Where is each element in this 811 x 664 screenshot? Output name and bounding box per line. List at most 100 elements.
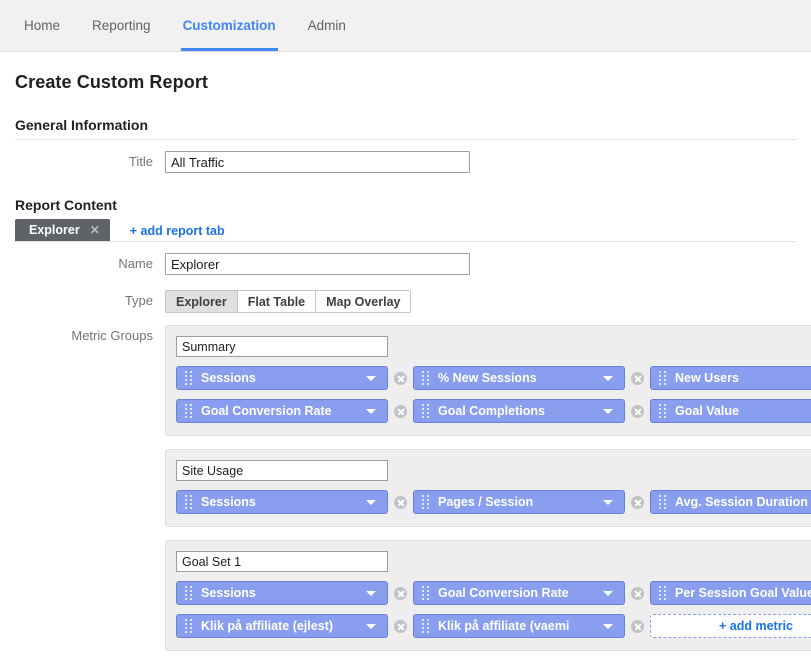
metric-group: Sessions Goal Conversion Rate Per Session … xyxy=(165,540,811,651)
remove-metric-icon[interactable] xyxy=(631,371,644,385)
metric-cell: + add metric xyxy=(625,614,811,638)
nav-item-home[interactable]: Home xyxy=(8,0,76,51)
chevron-down-icon[interactable] xyxy=(366,375,376,381)
metric-pill[interactable]: Goal Value xyxy=(650,399,811,423)
drag-handle-icon[interactable] xyxy=(419,371,433,385)
chevron-down-icon[interactable] xyxy=(366,408,376,414)
metric-pill-label: Goal Conversion Rate xyxy=(201,404,332,418)
metric-pill-label: Goal Value xyxy=(675,404,739,418)
metric-pill-label: % New Sessions xyxy=(438,371,537,385)
chevron-down-icon[interactable] xyxy=(366,499,376,505)
chevron-down-icon[interactable] xyxy=(603,499,613,505)
add-report-tab-link[interactable]: + add report tab xyxy=(130,224,225,241)
title-label: Title xyxy=(128,154,153,169)
remove-metric-icon[interactable] xyxy=(631,404,644,418)
metric-pill-label: Klik på affiliate (vaemi xyxy=(438,619,570,633)
drag-handle-icon[interactable] xyxy=(419,619,433,633)
metric-cell: Per Session Goal Value xyxy=(625,581,811,605)
nav-item-admin[interactable]: Admin xyxy=(292,0,362,51)
drag-handle-icon[interactable] xyxy=(182,404,196,418)
metric-group-name-input[interactable] xyxy=(176,460,388,481)
divider xyxy=(15,139,796,140)
type-option-map-overlay[interactable]: Map Overlay xyxy=(316,290,412,313)
metric-pill-label: Per Session Goal Value xyxy=(675,586,811,600)
tab-name-row: Name xyxy=(15,253,796,275)
chevron-down-icon[interactable] xyxy=(603,590,613,596)
metric-pill-label: Avg. Session Duration xyxy=(675,495,808,509)
drag-handle-icon[interactable] xyxy=(182,371,196,385)
type-label: Type xyxy=(124,293,153,308)
type-button-group: Explorer Flat Table Map Overlay xyxy=(165,290,412,313)
metric-row: Sessions Pages / Session Avg. Session Dura… xyxy=(176,490,811,514)
drag-handle-icon[interactable] xyxy=(182,586,196,600)
metric-pill-label: Goal Completions xyxy=(438,404,545,418)
chevron-down-icon[interactable] xyxy=(366,590,376,596)
remove-metric-icon[interactable] xyxy=(394,371,407,385)
tab-name-input[interactable] xyxy=(165,253,470,275)
remove-metric-icon[interactable] xyxy=(631,495,644,509)
metric-cell: New Users xyxy=(625,366,811,390)
metric-pill-label: Sessions xyxy=(201,495,256,509)
type-option-explorer[interactable]: Explorer xyxy=(165,290,238,313)
metric-row: Goal Conversion Rate Goal Completions Goal… xyxy=(176,399,811,423)
title-input[interactable] xyxy=(165,151,470,173)
report-tab-explorer[interactable]: Explorer ✕ xyxy=(15,219,110,241)
page-title: Create Custom Report xyxy=(15,72,209,92)
metric-cell: Klik på affiliate (vaemi xyxy=(388,614,625,638)
drag-handle-icon[interactable] xyxy=(419,404,433,418)
metric-cell: Klik på affiliate (ejlest) xyxy=(176,614,388,638)
metric-pill[interactable]: Goal Conversion Rate xyxy=(176,399,388,423)
metric-row: Sessions % New Sessions New Users xyxy=(176,366,811,390)
nav-item-label: Reporting xyxy=(92,18,151,33)
drag-handle-icon[interactable] xyxy=(656,371,670,385)
remove-metric-icon[interactable] xyxy=(394,619,407,633)
metric-group-name-input[interactable] xyxy=(176,336,388,357)
type-option-flat-table[interactable]: Flat Table xyxy=(237,290,317,313)
add-metric-button[interactable]: + add metric xyxy=(650,614,811,638)
remove-metric-icon[interactable] xyxy=(631,586,644,600)
nav-item-customization[interactable]: Customization xyxy=(167,0,292,51)
metric-pill[interactable]: Goal Conversion Rate xyxy=(413,581,625,605)
metric-row: Sessions Goal Conversion Rate Per Session … xyxy=(176,581,811,605)
metric-pill[interactable]: Goal Completions xyxy=(413,399,625,423)
metric-pill-label: Pages / Session xyxy=(438,495,534,509)
type-row: Type Explorer Flat Table Map Overlay xyxy=(15,290,796,313)
drag-handle-icon[interactable] xyxy=(419,495,433,509)
drag-handle-icon[interactable] xyxy=(419,586,433,600)
remove-metric-icon[interactable] xyxy=(394,495,407,509)
chevron-down-icon[interactable] xyxy=(603,623,613,629)
metric-pill[interactable]: Per Session Goal Value xyxy=(650,581,811,605)
metric-cell: Goal Completions xyxy=(388,399,625,423)
drag-handle-icon[interactable] xyxy=(656,404,670,418)
nav-item-reporting[interactable]: Reporting xyxy=(76,0,167,51)
close-icon[interactable]: ✕ xyxy=(90,223,100,237)
metric-cell: % New Sessions xyxy=(388,366,625,390)
drag-handle-icon[interactable] xyxy=(656,586,670,600)
metric-pill[interactable]: Klik på affiliate (ejlest) xyxy=(176,614,388,638)
report-tab-label: Explorer xyxy=(29,223,80,237)
metric-group-name-input[interactable] xyxy=(176,551,388,572)
chevron-down-icon[interactable] xyxy=(603,375,613,381)
remove-metric-icon[interactable] xyxy=(394,404,407,418)
metric-pill[interactable]: Pages / Session xyxy=(413,490,625,514)
drag-handle-icon[interactable] xyxy=(656,495,670,509)
metric-pill[interactable]: Sessions xyxy=(176,490,388,514)
metric-pill-label: Goal Conversion Rate xyxy=(438,586,569,600)
metric-pill-label: New Users xyxy=(675,371,739,385)
drag-handle-icon[interactable] xyxy=(182,495,196,509)
remove-metric-icon[interactable] xyxy=(394,586,407,600)
metric-pill[interactable]: Avg. Session Duration xyxy=(650,490,811,514)
metric-pill[interactable]: Klik på affiliate (vaemi xyxy=(413,614,625,638)
drag-handle-icon[interactable] xyxy=(182,619,196,633)
metric-groups-label: Metric Groups xyxy=(71,328,153,343)
chevron-down-icon[interactable] xyxy=(366,623,376,629)
metric-pill[interactable]: Sessions xyxy=(176,366,388,390)
metric-pill-label: Klik på affiliate (ejlest) xyxy=(201,619,333,633)
nav-item-label: Admin xyxy=(307,18,346,33)
general-information-heading: General Information xyxy=(15,117,149,133)
chevron-down-icon[interactable] xyxy=(603,408,613,414)
metric-pill[interactable]: Sessions xyxy=(176,581,388,605)
metric-pill[interactable]: New Users xyxy=(650,366,811,390)
metric-pill[interactable]: % New Sessions xyxy=(413,366,625,390)
remove-metric-icon[interactable] xyxy=(631,619,644,633)
